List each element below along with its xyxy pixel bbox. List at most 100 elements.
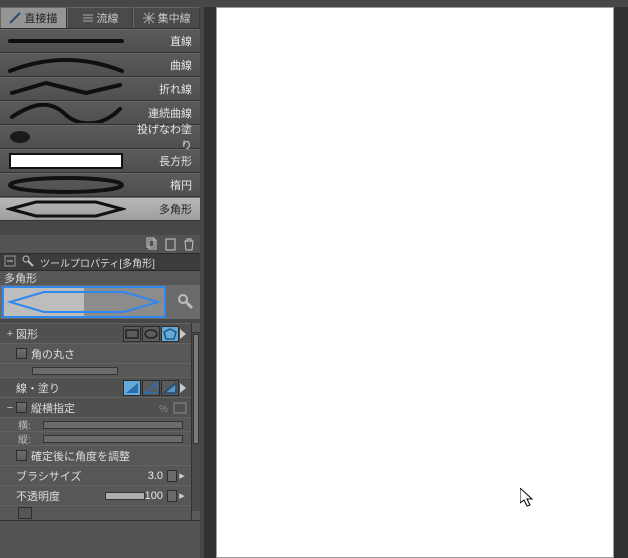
- aspect-v-row: 縦:: [0, 431, 191, 445]
- tool-line[interactable]: 直線: [0, 29, 200, 53]
- aspect-h-slider[interactable]: [43, 421, 183, 429]
- prop-label: 不透明度: [16, 488, 105, 504]
- prop-aspect: − 縦横指定 %: [0, 397, 191, 417]
- tool-label: 連続曲線: [132, 105, 200, 121]
- trash-icon[interactable]: [182, 236, 196, 252]
- tool-label: 楕円: [132, 177, 200, 193]
- tab-direct-draw[interactable]: 直接描: [0, 7, 67, 28]
- tool-preview-curve: [0, 54, 132, 76]
- aspect-pct-icon[interactable]: %: [159, 400, 173, 416]
- tool-rectangle[interactable]: 長方形: [0, 149, 200, 173]
- aspect-checkbox[interactable]: [16, 402, 27, 413]
- tool-label: 曲線: [132, 57, 200, 73]
- tool-polygon[interactable]: 多角形: [0, 197, 200, 221]
- subtool-name: 多角形: [0, 271, 200, 285]
- stream-icon: [82, 12, 94, 24]
- tab-focus-lines[interactable]: 集中線: [133, 7, 200, 28]
- new-icon[interactable]: [164, 236, 178, 252]
- tool-preview-polygon: [0, 198, 132, 220]
- focus-icon: [143, 12, 155, 24]
- chevron-right-icon[interactable]: [179, 382, 187, 394]
- tool-list: 直線 曲線 折れ線 連続曲線 投げなわ塗り: [0, 29, 200, 221]
- minus-icon[interactable]: [4, 255, 18, 269]
- aspect-h-row: 横:: [0, 417, 191, 431]
- scroll-down-icon[interactable]: [192, 511, 200, 521]
- shape-rect-button[interactable]: [123, 326, 141, 342]
- roundness-slider-row: [0, 363, 191, 377]
- canvas-area: [216, 7, 628, 558]
- brush-preview[interactable]: [2, 286, 166, 318]
- tab-label: 流線: [97, 10, 119, 26]
- prop-row-cutoff: [0, 505, 191, 521]
- property-body: + 図形 角の丸さ: [0, 323, 200, 521]
- aspect-px-icon[interactable]: [173, 400, 187, 416]
- opacity-slider[interactable]: [105, 492, 145, 500]
- prop-line-fill: 線・塗り: [0, 377, 191, 397]
- prop-brush-size: ブラシサイズ 3.0 ▸: [0, 465, 191, 485]
- left-panel: 直接描 流線 集中線 直線 曲線: [0, 7, 200, 558]
- tool-preview-ellipse: [0, 174, 132, 196]
- expand-minus-icon[interactable]: −: [4, 402, 16, 414]
- fill-solid-button[interactable]: [123, 380, 141, 396]
- opacity-indicator[interactable]: [167, 490, 177, 502]
- prop-adjust-angle: 確定後に角度を調整: [0, 445, 191, 465]
- aa-icon[interactable]: [18, 507, 32, 519]
- tool-label: 直線: [132, 33, 200, 49]
- tool-preview-polycurve: [0, 102, 132, 124]
- chevron-right-icon[interactable]: ▸: [177, 469, 187, 482]
- tool-lasso-fill[interactable]: 投げなわ塗り: [0, 125, 200, 149]
- prop-roundness: 角の丸さ: [0, 343, 191, 363]
- category-tabs: 直接描 流線 集中線: [0, 7, 200, 29]
- aspect-h-label: 横:: [18, 417, 31, 432]
- tool-property-header: ツールプロパティ[多角形]: [0, 253, 200, 271]
- tool-label: 折れ線: [132, 81, 200, 97]
- shape-ellipse-button[interactable]: [142, 326, 160, 342]
- roundness-slider[interactable]: [32, 367, 118, 375]
- shape-polygon-button[interactable]: [161, 326, 179, 342]
- svg-text:%: %: [159, 404, 168, 415]
- fill-both-button[interactable]: [161, 380, 179, 396]
- duplicate-icon[interactable]: [146, 236, 160, 252]
- tool-ellipse[interactable]: 楕円: [0, 173, 200, 197]
- tool-curve[interactable]: 曲線: [0, 53, 200, 77]
- wrench-icon[interactable]: [22, 255, 36, 269]
- fill-outline-button[interactable]: [142, 380, 160, 396]
- prop-shape: + 図形: [0, 323, 191, 343]
- tool-label: 長方形: [132, 153, 200, 169]
- aspect-v-slider[interactable]: [43, 435, 183, 443]
- prop-label: 縦横指定: [31, 400, 159, 416]
- preview-row: [0, 285, 200, 319]
- chevron-right-icon[interactable]: [179, 328, 187, 340]
- tool-preview-lasso: [0, 126, 132, 148]
- prop-opacity: 不透明度 100 ▸: [0, 485, 191, 505]
- expand-plus-icon[interactable]: +: [4, 328, 16, 340]
- brush-size-value: 3.0: [148, 470, 165, 482]
- opacity-value: 100: [145, 490, 165, 502]
- prop-label: ブラシサイズ: [16, 468, 148, 484]
- tab-label: 直接描: [24, 10, 57, 26]
- aspect-v-label: 縦:: [18, 431, 31, 446]
- scroll-thumb[interactable]: [193, 334, 199, 444]
- brush-size-indicator[interactable]: [167, 470, 177, 482]
- prop-label: 確定後に角度を調整: [31, 448, 187, 464]
- prop-label: 図形: [16, 326, 123, 342]
- scroll-up-icon[interactable]: [192, 323, 200, 333]
- tool-property-title: ツールプロパティ[多角形]: [40, 255, 155, 270]
- subtool-detail-icon[interactable]: [176, 292, 196, 312]
- roundness-checkbox[interactable]: [16, 348, 27, 359]
- adjust-angle-checkbox[interactable]: [16, 450, 27, 461]
- property-scrollbar[interactable]: [191, 323, 200, 521]
- prop-label: 角の丸さ: [31, 346, 187, 362]
- tab-label: 集中線: [158, 10, 191, 26]
- prop-label: 線・塗り: [16, 380, 123, 396]
- line-icon: [9, 12, 21, 24]
- tool-preview-rect: [0, 150, 132, 172]
- tool-preview-line: [0, 30, 132, 52]
- chevron-right-icon[interactable]: ▸: [177, 489, 187, 502]
- canvas-page[interactable]: [216, 7, 614, 558]
- tool-preview-polyline: [0, 78, 132, 100]
- tool-polyline[interactable]: 折れ線: [0, 77, 200, 101]
- subtool-actions: [0, 235, 200, 253]
- tool-label: 多角形: [132, 201, 200, 217]
- tab-stream-lines[interactable]: 流線: [67, 7, 134, 28]
